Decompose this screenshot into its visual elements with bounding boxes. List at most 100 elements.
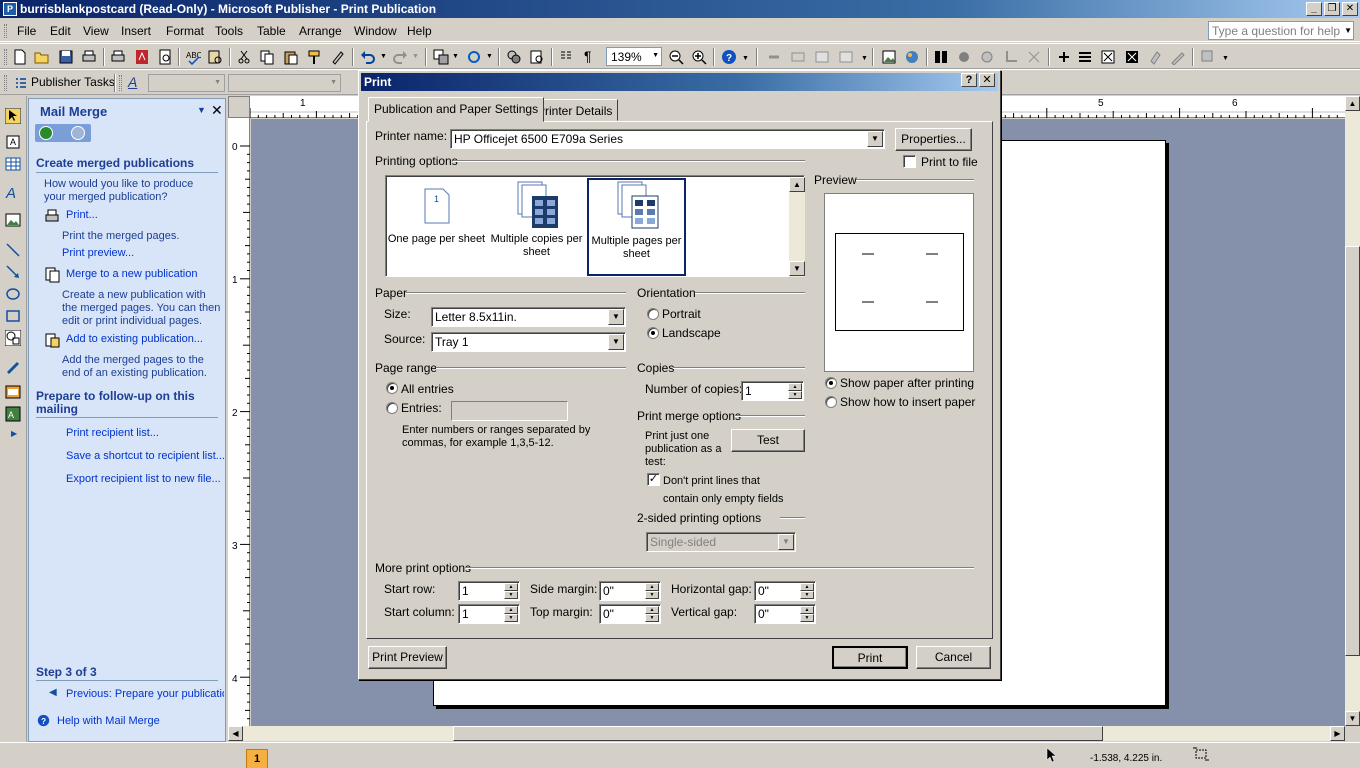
toolbar1-overflow-icon[interactable]: ▼ [742, 55, 749, 62]
publisher-tasks-button[interactable]: Publisher Tasks [31, 75, 115, 89]
scroll-down-icon[interactable]: ▼ [1345, 711, 1360, 726]
pencil-icon[interactable] [1170, 49, 1186, 65]
spin-down-icon[interactable]: ▼ [645, 591, 659, 599]
publisher-tasks-icon[interactable] [15, 77, 27, 89]
spin-down-icon[interactable]: ▼ [800, 591, 814, 599]
forward-icon[interactable] [71, 126, 85, 140]
brightness-icon[interactable] [956, 49, 972, 65]
copy-icon[interactable] [259, 49, 275, 65]
insert-picture-icon[interactable] [881, 49, 897, 65]
new-icon[interactable] [12, 49, 28, 65]
rotate-icon[interactable] [466, 49, 482, 65]
horizontal-scroll-thumb[interactable] [453, 726, 1103, 741]
toolbar-grip[interactable] [4, 49, 7, 65]
dash-style-icon[interactable] [1100, 49, 1116, 65]
crop2-icon[interactable] [1003, 49, 1019, 65]
ruler-corner[interactable] [228, 96, 250, 118]
paper-source-dropdown[interactable]: Tray 1 ▼ [431, 332, 626, 352]
all-entries-radio[interactable] [386, 382, 398, 394]
vertical-scrollbar[interactable]: ▲ ▼ [1345, 96, 1360, 726]
dialog-help-button[interactable]: ? [961, 73, 977, 87]
undo-dropdown-icon[interactable]: ▼ [380, 53, 387, 60]
two-sided-dropdown[interactable]: Single-sided ▼ [646, 532, 796, 552]
paste-icon[interactable] [283, 49, 299, 65]
line-style-icon[interactable] [1077, 49, 1093, 65]
rotate-left-icon[interactable] [1026, 49, 1042, 65]
menu-tools[interactable]: Tools [215, 24, 243, 38]
menu-table[interactable]: Table [257, 24, 286, 38]
entries-input[interactable] [451, 401, 568, 421]
hotspot-icon[interactable] [5, 358, 21, 374]
dialog-close-button[interactable]: ✕ [979, 73, 995, 87]
spin-down-icon[interactable]: ▼ [800, 614, 814, 622]
save-icon[interactable] [58, 49, 74, 65]
redo-dropdown-icon[interactable]: ▼ [412, 53, 419, 60]
select-tool-icon[interactable] [5, 108, 21, 124]
zoom-in-icon[interactable] [691, 49, 707, 65]
help-icon[interactable]: ? [721, 49, 737, 65]
menu-view[interactable]: View [83, 24, 109, 38]
print-recipient-list-link[interactable]: Print recipient list... [66, 427, 159, 439]
task-pane-menu-icon[interactable]: ▼ [197, 105, 206, 115]
dont-print-empty-lines-checkbox[interactable]: ✓ [647, 473, 660, 486]
scroll-right-icon[interactable]: ▶ [1330, 726, 1345, 741]
previous-step-link[interactable]: Previous: Prepare your publication [66, 688, 224, 700]
save-shortcut-link[interactable]: Save a shortcut to recipient list... [66, 450, 224, 462]
wordart-icon[interactable]: A [5, 184, 21, 200]
chevron-down-icon[interactable]: ▼ [867, 131, 883, 147]
styles-icon[interactable]: A [128, 74, 137, 90]
vertical-ruler[interactable]: 0 1 2 3 4 [228, 118, 250, 726]
bring-forward-dropdown-icon[interactable]: ▼ [452, 53, 459, 60]
item-gallery-icon[interactable]: A [5, 406, 21, 422]
crop-icon[interactable] [933, 49, 949, 65]
spelling-icon[interactable]: ABC [185, 49, 201, 65]
format-painter-icon[interactable] [306, 49, 322, 65]
one-page-per-sheet-option[interactable]: 1 One page per sheet [387, 178, 486, 276]
picture-format-icon[interactable] [1124, 49, 1140, 65]
reset-picture-icon[interactable] [1200, 49, 1216, 65]
print-link[interactable]: Print... [66, 209, 98, 221]
design-gallery-icon[interactable] [5, 384, 21, 400]
textbox-flow-icon[interactable] [814, 49, 830, 65]
scroll-down-icon[interactable]: ▼ [789, 261, 805, 276]
print-quick-icon[interactable] [110, 49, 126, 65]
tab-publication-paper-settings[interactable]: Publication and Paper Settings [368, 97, 545, 122]
spin-down-icon[interactable]: ▼ [504, 591, 518, 599]
print-preview-button[interactable]: Print Preview [368, 646, 447, 669]
text-wrap-icon[interactable] [1056, 49, 1072, 65]
number-of-copies-spinner[interactable]: 1 ▲ ▼ [741, 381, 804, 401]
multiple-pages-per-sheet-option[interactable]: Multiple pages per sheet [587, 178, 686, 276]
zoom-page-icon[interactable] [529, 49, 545, 65]
spin-up-icon[interactable]: ▲ [800, 583, 814, 591]
group-icon[interactable] [506, 49, 522, 65]
add-existing-publication-link[interactable]: Add to existing publication... [66, 333, 203, 345]
menu-help[interactable]: Help [407, 24, 432, 38]
zoom-combo[interactable]: 139% ▼ [606, 47, 662, 66]
spin-down-icon[interactable]: ▼ [645, 614, 659, 622]
start-column-spinner[interactable]: 1 ▲ ▼ [458, 604, 520, 624]
brush-icon[interactable] [330, 49, 346, 65]
printer-name-dropdown[interactable]: HP Officejet 6500 E709a Series ▼ [450, 129, 885, 149]
help-mail-merge-link[interactable]: Help with Mail Merge [57, 715, 160, 727]
help-search-input[interactable]: Type a question for help [1208, 21, 1354, 40]
show-insert-radio[interactable] [825, 396, 837, 408]
spin-down-icon[interactable]: ▼ [788, 391, 802, 399]
print-dialog-titlebar[interactable]: Print [361, 73, 998, 91]
previous-arrow-icon[interactable]: ◀ [49, 687, 57, 698]
pdf-icon[interactable] [134, 49, 150, 65]
entries-radio[interactable] [386, 402, 398, 414]
menu-insert[interactable]: Insert [121, 24, 151, 38]
scroll-left-icon[interactable]: ◀ [228, 726, 243, 741]
side-margin-spinner[interactable]: 0" ▲ ▼ [599, 581, 661, 601]
picture-frame-icon[interactable] [5, 212, 21, 228]
print-to-file-checkbox[interactable] [903, 155, 916, 168]
task-pane-close-icon[interactable]: ✕ [211, 102, 223, 119]
properties-button[interactable]: Properties... [895, 128, 972, 151]
open-icon[interactable] [34, 49, 50, 65]
arrow-tool-icon[interactable] [5, 264, 21, 280]
menu-arrange[interactable]: Arrange [299, 24, 342, 38]
menu-edit[interactable]: Edit [50, 24, 71, 38]
chevron-down-icon[interactable]: ▼ [608, 334, 624, 350]
spin-up-icon[interactable]: ▲ [800, 606, 814, 614]
toolbar1c-overflow-icon[interactable]: ▼ [1222, 55, 1229, 62]
